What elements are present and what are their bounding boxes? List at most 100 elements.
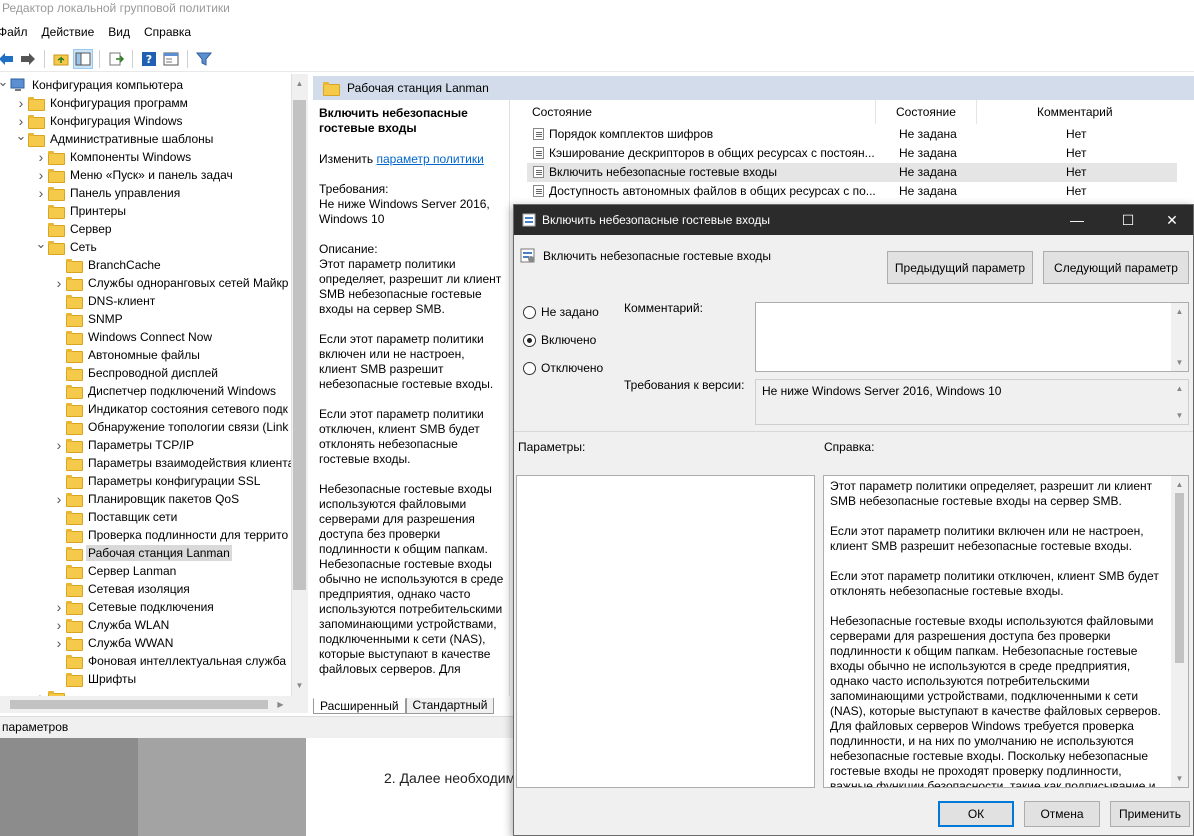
radio-enabled-circle[interactable] bbox=[523, 333, 536, 347]
tree-item[interactable]: Параметры взаимодействия клиента bbox=[52, 454, 296, 472]
tree-item[interactable]: › Конфигурация Windows bbox=[14, 112, 185, 130]
tree-item[interactable]: Принтеры bbox=[34, 202, 128, 220]
radio-disabled-circle[interactable] bbox=[523, 361, 536, 375]
tree-item[interactable]: › Меню «Пуск» и панель задач bbox=[34, 166, 235, 184]
column-state[interactable]: Состояние bbox=[896, 105, 956, 119]
chevron-right-icon[interactable]: › bbox=[34, 149, 48, 165]
chevron-right-icon[interactable]: › bbox=[52, 635, 66, 651]
chevron-right-icon[interactable]: › bbox=[52, 599, 66, 615]
up-folder-icon[interactable] bbox=[51, 49, 71, 69]
tree-item[interactable]: Сервер Lanman bbox=[52, 562, 178, 580]
menu-view[interactable]: Вид bbox=[102, 22, 138, 42]
radio-not-set[interactable]: Не задано bbox=[523, 305, 599, 319]
chevron-right-icon[interactable]: › bbox=[52, 275, 66, 291]
chevron-right-icon[interactable]: › bbox=[14, 95, 28, 111]
tree-horizontal-scrollbar[interactable]: ▶ bbox=[0, 696, 308, 713]
dialog-titlebar[interactable]: Включить небезопасные гостевые входы — ☐… bbox=[514, 205, 1193, 235]
tab-extended[interactable]: Расширенный bbox=[313, 698, 406, 714]
radio-disabled[interactable]: Отключено bbox=[523, 361, 603, 375]
filter-icon[interactable] bbox=[194, 49, 214, 69]
tree-item[interactable]: Индикатор состояния сетевого подк bbox=[52, 400, 290, 418]
ok-button[interactable]: ОК bbox=[938, 801, 1014, 827]
version-scrollbar[interactable]: ▲ ▼ bbox=[1171, 380, 1188, 424]
maximize-icon[interactable]: ☐ bbox=[1105, 205, 1151, 235]
tree-item[interactable]: › Панель управления bbox=[34, 184, 182, 202]
back-arrow-icon[interactable] bbox=[0, 49, 16, 69]
tree-item[interactable]: Фоновая интеллектуальная служба bbox=[52, 652, 288, 670]
scroll-down-icon[interactable]: ▼ bbox=[1171, 407, 1188, 424]
tree-item[interactable]: Сетевая изоляция bbox=[52, 580, 192, 598]
tree-item[interactable]: Параметры конфигурации SSL bbox=[52, 472, 262, 490]
table-row[interactable]: Кэширование дескрипторов в общих ресурса… bbox=[527, 144, 1177, 163]
tree-item[interactable]: ⌄ Сеть bbox=[34, 237, 99, 256]
table-row[interactable]: Доступность автономных файлов в общих ре… bbox=[527, 182, 1177, 201]
column-comment[interactable]: Комментарий bbox=[1037, 105, 1113, 119]
comment-scrollbar[interactable]: ▲ ▼ bbox=[1171, 303, 1188, 371]
apply-button[interactable]: Применить bbox=[1110, 801, 1190, 827]
next-setting-button[interactable]: Следующий параметр bbox=[1043, 251, 1189, 284]
chevron-right-icon[interactable]: › bbox=[34, 689, 48, 696]
close-icon[interactable]: ✕ bbox=[1149, 205, 1194, 235]
menu-file[interactable]: Файл bbox=[0, 22, 36, 42]
tree-item[interactable]: Windows Connect Now bbox=[52, 328, 214, 346]
chevron-right-icon[interactable]: › bbox=[14, 113, 28, 129]
chevron-right-icon[interactable]: › bbox=[52, 491, 66, 507]
chevron-right-icon[interactable]: › bbox=[34, 167, 48, 183]
radio-enabled[interactable]: Включено bbox=[523, 333, 596, 347]
scroll-down-icon[interactable]: ▼ bbox=[1171, 770, 1188, 787]
radio-not-set-circle[interactable] bbox=[523, 305, 536, 319]
chevron-down-icon[interactable]: ⌄ bbox=[0, 75, 10, 88]
tree-scroll-up-icon[interactable]: ▲ bbox=[291, 76, 308, 92]
forward-arrow-icon[interactable] bbox=[18, 49, 38, 69]
tree-item-partial[interactable]: › bbox=[34, 688, 68, 696]
tree-item[interactable]: Диспетчер подключений Windows bbox=[52, 382, 278, 400]
tree-item[interactable]: › Конфигурация программ bbox=[14, 94, 190, 112]
tree-item[interactable]: Обнаружение топологии связи (Link bbox=[52, 418, 290, 436]
cancel-button[interactable]: Отмена bbox=[1024, 801, 1100, 827]
chevron-right-icon[interactable]: › bbox=[52, 617, 66, 633]
help-scroll-thumb[interactable] bbox=[1175, 493, 1184, 663]
tree-item[interactable]: Рабочая станция Lanman bbox=[52, 544, 232, 562]
tree-item[interactable]: › Компоненты Windows bbox=[34, 148, 193, 166]
tree-item[interactable]: Шрифты bbox=[52, 670, 138, 688]
policy-tree[interactable]: ⌄ Конфигурация компьютера › Конфигурация пр… bbox=[0, 74, 308, 696]
tree-item[interactable]: ⌄ Конфигурация компьютера bbox=[0, 75, 185, 94]
tree-scroll-right-icon[interactable]: ▶ bbox=[272, 696, 289, 713]
table-row[interactable]: Включить небезопасные гостевые входы Не з… bbox=[527, 163, 1177, 182]
scroll-up-icon[interactable]: ▲ bbox=[1171, 303, 1188, 320]
help-scrollbar[interactable]: ▲ ▼ bbox=[1171, 476, 1188, 787]
tree-item[interactable]: Проверка подлинности для террито bbox=[52, 526, 290, 544]
tab-standard[interactable]: Стандартный bbox=[405, 698, 495, 714]
properties-icon[interactable] bbox=[161, 49, 181, 69]
tree-item[interactable]: Автономные файлы bbox=[52, 346, 202, 364]
scroll-up-icon[interactable]: ▲ bbox=[1171, 476, 1188, 493]
help-icon[interactable]: ? bbox=[139, 49, 159, 69]
scroll-up-icon[interactable]: ▲ bbox=[1171, 380, 1188, 397]
tree-item[interactable]: ⌄ Административные шаблоны bbox=[14, 129, 215, 148]
tree-scroll-down-icon[interactable]: ▼ bbox=[291, 678, 308, 694]
tree-item[interactable]: DNS-клиент bbox=[52, 292, 157, 310]
chevron-right-icon[interactable]: › bbox=[34, 185, 48, 201]
tree-hscroll-thumb[interactable] bbox=[10, 700, 268, 709]
tree-item[interactable]: › Служба WWAN bbox=[52, 634, 175, 652]
chevron-right-icon[interactable]: › bbox=[52, 437, 66, 453]
table-row[interactable]: Порядок комплектов шифров Не задана Нет bbox=[527, 125, 1177, 144]
comment-input[interactable]: ▲ ▼ bbox=[755, 302, 1189, 372]
column-name[interactable]: Состояние bbox=[532, 105, 592, 119]
menu-help[interactable]: Справка bbox=[138, 22, 199, 42]
tree-item[interactable]: BranchCache bbox=[52, 256, 163, 274]
help-panel[interactable]: Этот параметр политики определяет, разре… bbox=[823, 475, 1189, 788]
export-list-icon[interactable] bbox=[106, 49, 126, 69]
minimize-icon[interactable]: — bbox=[1054, 205, 1100, 235]
tree-item[interactable]: › Сетевые подключения bbox=[52, 598, 216, 616]
params-panel[interactable] bbox=[516, 475, 815, 788]
tree-scroll-thumb[interactable] bbox=[293, 100, 306, 590]
tree-item[interactable]: Беспроводной дисплей bbox=[52, 364, 220, 382]
chevron-down-icon[interactable]: ⌄ bbox=[14, 129, 28, 142]
tree-item[interactable]: SNMP bbox=[52, 310, 125, 328]
tree-item[interactable]: › Параметры TCP/IP bbox=[52, 436, 196, 454]
tree-item[interactable]: › Планировщик пакетов QoS bbox=[52, 490, 241, 508]
menu-action[interactable]: Действие bbox=[36, 22, 103, 42]
show-hide-tree-icon[interactable] bbox=[73, 48, 93, 69]
edit-policy-link[interactable]: параметр политики bbox=[376, 152, 483, 166]
